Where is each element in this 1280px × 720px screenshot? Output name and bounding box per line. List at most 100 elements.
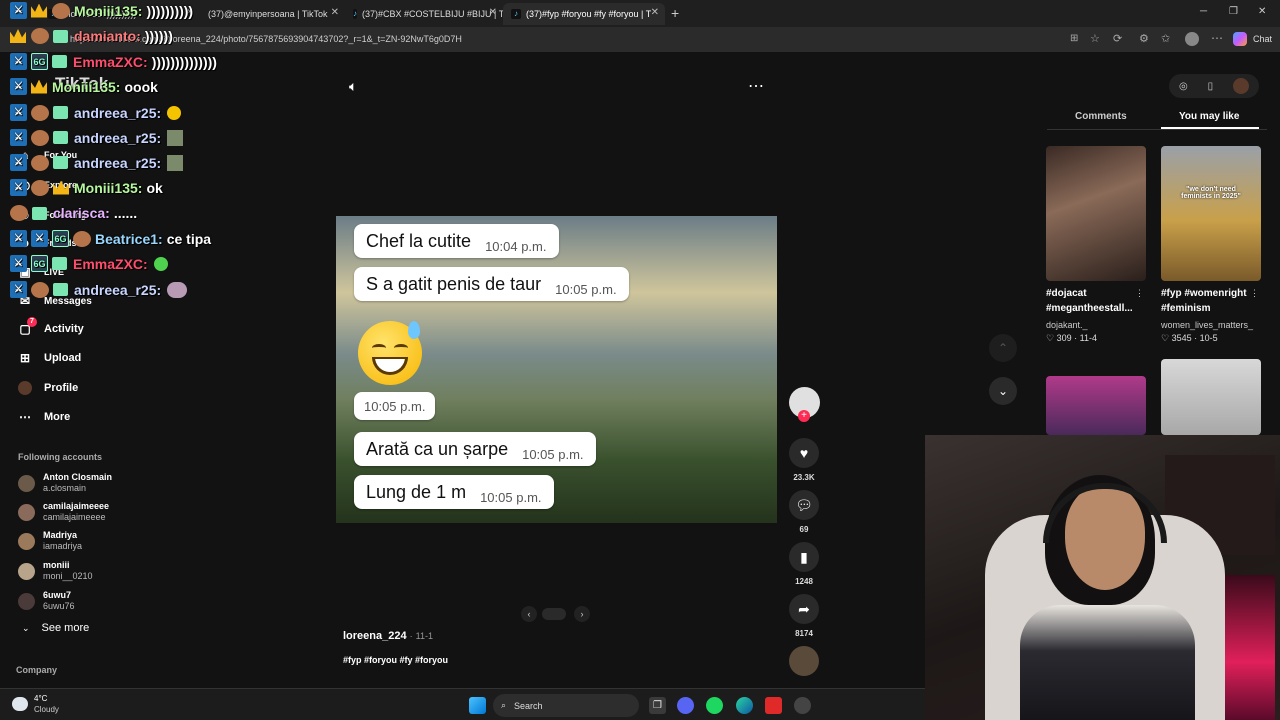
chat-message: ⚔ Moniii135: ok — [10, 179, 163, 196]
emote-icon — [31, 179, 49, 196]
carousel-prev-button[interactable]: ‹ — [521, 606, 537, 622]
chat-bubble: 10:05 p.m. — [354, 392, 436, 420]
post-author[interactable]: loreena_224 — [343, 630, 407, 642]
discord-icon[interactable] — [677, 697, 694, 714]
profile-avatar-icon[interactable] — [1233, 78, 1250, 94]
microphone — [1225, 575, 1275, 720]
like-button[interactable]: ♥ 23.3K — [789, 438, 819, 482]
carousel-dots — [542, 608, 566, 620]
edge-icon[interactable] — [736, 697, 753, 714]
post-author-line: loreena_224 · 11-1 — [343, 630, 433, 642]
comment-button[interactable]: 💬︎ 69 — [789, 490, 819, 534]
chat-button[interactable]: Chat — [1253, 34, 1272, 44]
chat-user: EmmaZXC: — [73, 255, 148, 272]
tiktok-icon: ♪ — [353, 9, 357, 19]
app-icon[interactable] — [765, 697, 782, 714]
close-tab-icon[interactable]: ✕ — [489, 7, 497, 18]
card-caption[interactable]: #fyp #womenright #feminism — [1161, 286, 1261, 316]
gift-icon — [52, 257, 67, 270]
nav-activity[interactable]: ▢ 7 Activity — [18, 317, 84, 336]
badge-icon: ⚔ — [10, 179, 27, 196]
new-tab-button[interactable]: + — [671, 5, 679, 21]
account-handle: camilajaimeeee — [43, 512, 106, 522]
stream-chat-overlay: ⚔ Moniii135:)))))))))) damianto:)))))) ⚔ 6… — [0, 0, 260, 305]
weather-widget[interactable]: 4°C Cloudy — [12, 693, 59, 715]
refresh-icon[interactable]: ⟳ — [1113, 32, 1122, 45]
chat-user: Moniii135: — [74, 2, 143, 19]
post-hashtags[interactable]: #fyp #foryou #fy #foryou — [343, 655, 448, 665]
see-more-button[interactable]: ⌄ See more — [22, 622, 89, 634]
followed-account[interactable]: camilajaimeeee camilajaimeeee — [18, 501, 109, 523]
next-post-button[interactable]: ⌄ — [989, 377, 1017, 405]
browser-tab-active[interactable]: ♪ (37)#fyp #foryou #fy #foryou | T ✕ — [503, 3, 665, 25]
post-image[interactable]: Chef la cutite 10:04 p.m. S a gatit penis… — [336, 216, 777, 523]
chat-message: damianto:)))))) — [10, 28, 173, 44]
followed-account[interactable]: Anton Closmain a.closmain — [18, 472, 112, 494]
nav-more[interactable]: ⋯ More — [18, 410, 70, 424]
card-user[interactable]: women_lives_matters_ — [1161, 320, 1253, 330]
recommended-thumbnail[interactable] — [1046, 146, 1146, 281]
nav-upload[interactable]: ⊞ Upload — [18, 351, 81, 365]
chat-message: ⚔ andreea_r25: — [10, 104, 182, 121]
sound-disc-button[interactable] — [789, 646, 819, 676]
more-menu-icon[interactable]: ⋯ — [1211, 31, 1223, 45]
profile-avatar-icon — [18, 381, 32, 395]
carousel-next-button[interactable]: › — [574, 606, 590, 622]
recommended-thumbnail[interactable]: "we don't need feminists in 2025" — [1161, 146, 1261, 281]
copilot-icon[interactable] — [1233, 32, 1247, 46]
maximize-icon[interactable]: ❐ — [1229, 6, 1238, 17]
chat-bubble: Lung de 1 m 10:05 p.m. — [354, 475, 554, 509]
recommended-thumbnail[interactable] — [1046, 376, 1146, 435]
nav-label: Activity — [44, 323, 84, 335]
start-icon[interactable] — [469, 697, 486, 714]
share-button[interactable]: ➦ 8174 — [789, 594, 819, 638]
follow-plus-icon[interactable]: + — [798, 410, 810, 422]
more-options-icon[interactable]: ⋯ — [748, 76, 764, 96]
followed-account[interactable]: 6uwu7 6uwu76 — [18, 590, 75, 612]
task-view-icon[interactable]: ❐ — [649, 697, 666, 714]
chat-message: ⚔ andreea_r25: — [10, 281, 188, 298]
spotify-icon[interactable] — [706, 697, 723, 714]
upload-icon: ⊞ — [19, 351, 31, 365]
taskbar-search[interactable]: ⌕ Search — [493, 694, 639, 717]
compass-icon[interactable]: ◎ — [1179, 81, 1188, 92]
volume-icon[interactable]: 🔈︎ — [349, 78, 357, 95]
account-name: camilajaimeeee — [43, 501, 110, 511]
phone-icon[interactable]: ▯ — [1208, 81, 1214, 92]
author-avatar-button[interactable]: + — [789, 387, 820, 422]
recommended-thumbnail[interactable] — [1161, 359, 1261, 435]
bubble-text: S a gatit penis de taur — [366, 273, 542, 294]
extensions-icon[interactable]: ⚙ — [1139, 32, 1149, 45]
tab-comments[interactable]: Comments — [1075, 111, 1127, 122]
nav-profile[interactable]: Profile — [18, 381, 78, 395]
followed-account[interactable]: moniii moni__0210 — [18, 560, 93, 582]
crown-icon — [31, 3, 47, 18]
card-user[interactable]: dojakant._ — [1046, 320, 1088, 330]
close-tab-icon[interactable]: ✕ — [651, 7, 659, 18]
close-window-icon[interactable]: ✕ — [1258, 6, 1266, 17]
minimize-icon[interactable]: ─ — [1200, 6, 1207, 17]
chat-user: andreea_r25: — [74, 154, 162, 171]
sweat-smile-emoji-icon — [358, 321, 422, 385]
tab-you-may-like[interactable]: You may like — [1179, 111, 1239, 122]
bubble-time: 10:05 p.m. — [522, 446, 584, 462]
company-link[interactable]: Company — [16, 665, 57, 675]
favorites-icon[interactable]: ✩ — [1161, 32, 1170, 45]
chat-user: clarisca: — [53, 205, 110, 221]
card-caption[interactable]: #dojacat #megantheestall... — [1046, 286, 1146, 316]
badge-icon: 6G — [31, 53, 48, 70]
emote-icon — [167, 281, 188, 298]
followed-account[interactable]: Madriya iamadriya — [18, 530, 82, 552]
comment-icon: 💬︎ — [789, 490, 819, 520]
profile-avatar-icon[interactable] — [1185, 32, 1199, 46]
badge-icon: ⚔ — [10, 255, 27, 272]
previous-post-button[interactable]: ⌃ — [989, 334, 1017, 362]
obs-icon[interactable] — [794, 697, 811, 714]
close-tab-icon[interactable]: ✕ — [331, 7, 339, 18]
favorite-star-icon[interactable]: ☆ — [1090, 32, 1100, 45]
browser-tab[interactable]: ♪ (37)#CBX #COSTELBIJU #BIJU | Tik ✕ — [345, 3, 503, 25]
badge-icon: 6G — [52, 230, 69, 247]
emote-icon — [10, 205, 28, 221]
apps-icon[interactable]: ⊞ — [1070, 33, 1078, 44]
save-button[interactable]: ▮ 1248 — [789, 542, 819, 586]
